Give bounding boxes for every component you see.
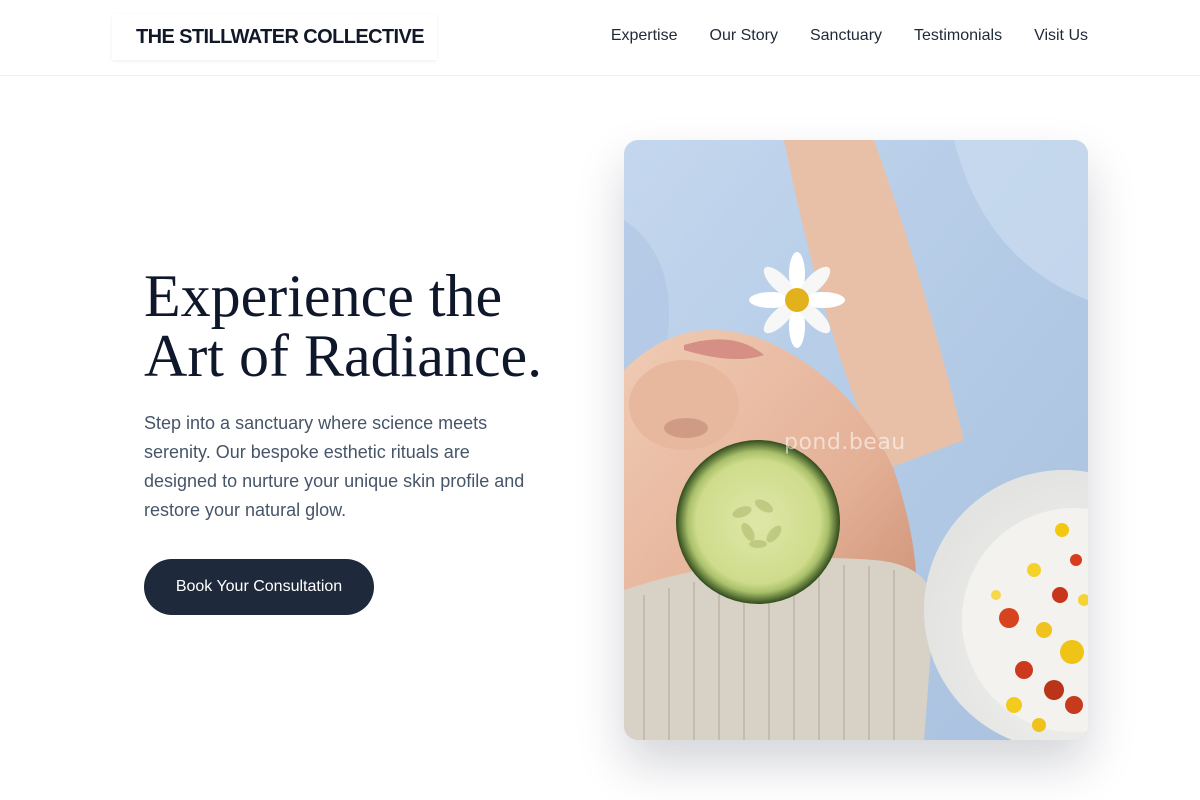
nav-link-visit-us[interactable]: Visit Us [1034, 26, 1088, 46]
book-consultation-button[interactable]: Book Your Consultation [144, 559, 374, 615]
site-header: THE STILLWATER COLLECTIVE Expertise Our … [0, 0, 1200, 76]
nav-link-our-story[interactable]: Our Story [710, 26, 778, 46]
image-watermark: pond.beau [784, 430, 906, 455]
hero-title-line-1: Experience the [144, 263, 503, 329]
hero-title: Experience the Art of Radiance. [144, 266, 584, 386]
nav-link-testimonials[interactable]: Testimonials [914, 26, 1002, 46]
nav-link-expertise[interactable]: Expertise [611, 26, 678, 46]
site-logo[interactable]: THE STILLWATER COLLECTIVE [112, 14, 437, 60]
main-nav: Expertise Our Story Sanctuary Testimonia… [611, 26, 1088, 46]
nav-link-sanctuary[interactable]: Sanctuary [810, 26, 882, 46]
hero-description: Step into a sanctuary where science meet… [144, 413, 525, 520]
hero-title-line-2: Art of Radiance. [144, 323, 543, 389]
hero-image: pond.beau [624, 140, 1088, 740]
